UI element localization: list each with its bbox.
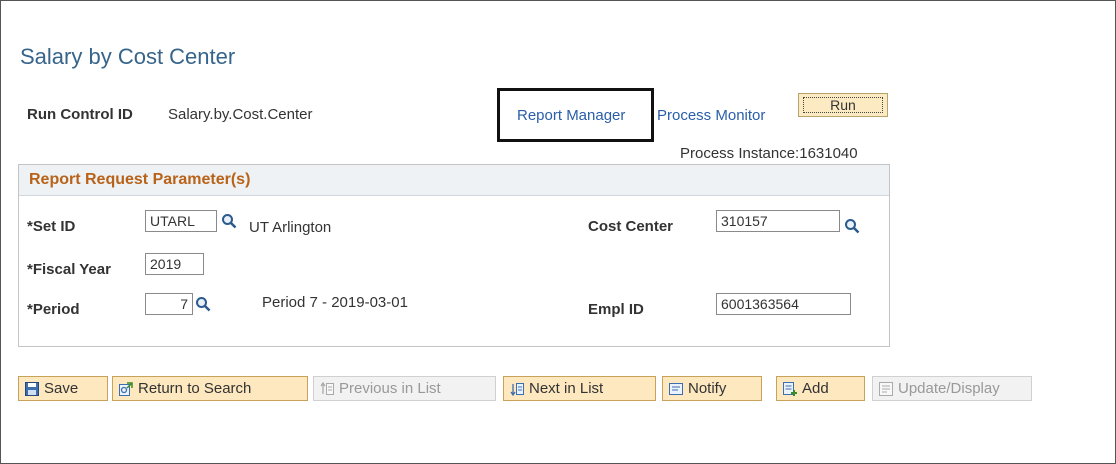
- run-button[interactable]: Run: [798, 93, 888, 117]
- run-button-label: Run: [803, 97, 883, 113]
- period-label: *Period: [27, 301, 80, 318]
- fiscal-year-input[interactable]: 2019: [145, 253, 204, 275]
- empl-id-label: Empl ID: [588, 301, 644, 318]
- return-to-search-button[interactable]: Return to Search: [112, 376, 308, 401]
- set-id-input[interactable]: UTARL: [145, 210, 217, 232]
- fiscal-year-label: *Fiscal Year: [27, 261, 111, 278]
- update-display-button[interactable]: Update/Display: [872, 376, 1032, 401]
- cost-center-lookup-icon[interactable]: [844, 218, 860, 234]
- add-button[interactable]: Add: [776, 376, 865, 401]
- empl-id-input[interactable]: 6001363564: [716, 293, 851, 315]
- save-icon: [25, 381, 39, 396]
- period-lookup-icon[interactable]: [195, 296, 211, 312]
- save-button-label: Save: [44, 380, 79, 397]
- next-in-list-button[interactable]: Next in List: [503, 376, 656, 401]
- period-input[interactable]: 7: [145, 293, 193, 315]
- group-header: Report Request Parameter(s): [19, 165, 889, 196]
- previous-in-list-icon: [320, 381, 334, 395]
- notify-button[interactable]: Notify: [662, 376, 762, 401]
- update-display-icon: [879, 381, 893, 396]
- report-manager-highlight: [497, 88, 654, 142]
- run-control-id-label: Run Control ID: [27, 106, 133, 123]
- return-to-search-icon: [119, 381, 133, 396]
- set-id-description: UT Arlington: [249, 219, 332, 236]
- add-label: Add: [802, 380, 829, 397]
- group-title: Report Request Parameter(s): [29, 171, 251, 188]
- set-id-label: *Set ID: [27, 218, 76, 235]
- add-icon: [783, 381, 797, 396]
- return-to-search-label: Return to Search: [138, 380, 252, 397]
- next-in-list-icon: [510, 382, 524, 396]
- cost-center-input[interactable]: 310157: [716, 210, 840, 232]
- next-in-list-label: Next in List: [529, 380, 604, 397]
- save-button[interactable]: Save: [18, 376, 108, 401]
- page-title: Salary by Cost Center: [20, 44, 236, 69]
- notify-icon: [669, 382, 683, 395]
- previous-in-list-button[interactable]: Previous in List: [313, 376, 496, 401]
- notify-label: Notify: [688, 380, 727, 397]
- run-control-id-value: Salary.by.Cost.Center: [168, 106, 313, 123]
- previous-in-list-label: Previous in List: [339, 380, 441, 397]
- update-display-label: Update/Display: [898, 380, 1000, 397]
- process-instance: Process Instance:1631040: [680, 145, 858, 162]
- process-monitor-link[interactable]: Process Monitor: [657, 107, 765, 124]
- period-description: Period 7 - 2019-03-01: [262, 294, 408, 311]
- set-id-lookup-icon[interactable]: [221, 213, 237, 229]
- cost-center-label: Cost Center: [588, 218, 674, 235]
